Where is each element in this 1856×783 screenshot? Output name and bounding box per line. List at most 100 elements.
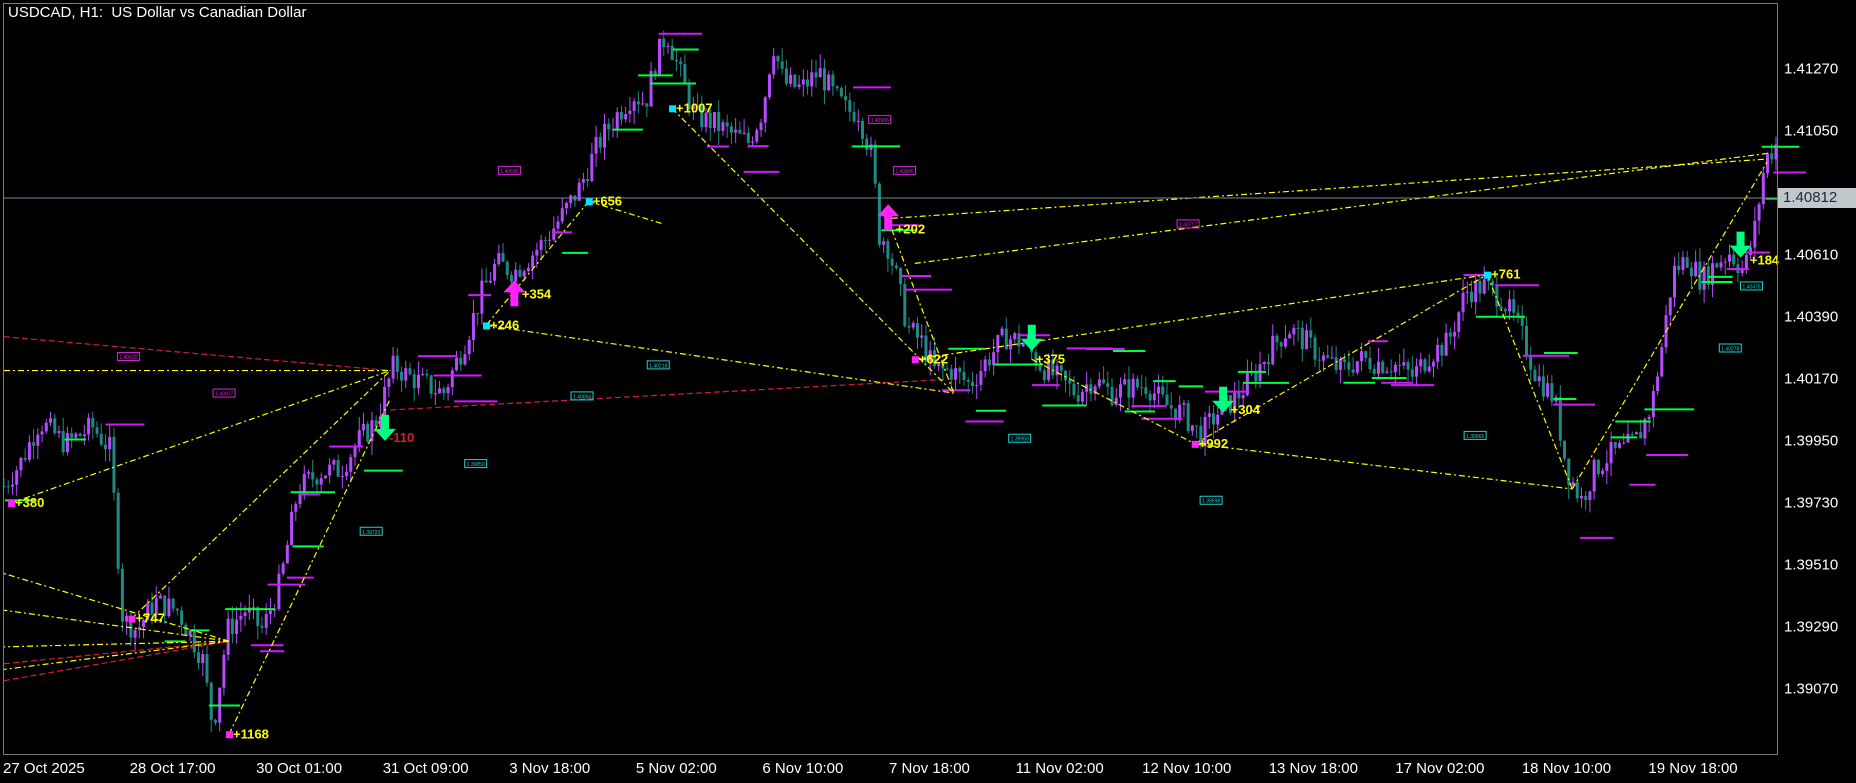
candle-body: [197, 652, 201, 664]
candle-body: [311, 472, 315, 480]
candle-body: [294, 504, 298, 512]
candle-body: [167, 598, 171, 617]
zigzag-label: +761: [1491, 267, 1520, 282]
candle-body: [1567, 458, 1571, 486]
candle-body: [1076, 395, 1080, 402]
candle-body: [15, 470, 19, 485]
candle-body: [1431, 361, 1435, 367]
candle-body: [628, 110, 632, 115]
candle-body: [112, 436, 116, 493]
candle-body: [1461, 292, 1465, 313]
candle-body: [598, 136, 602, 148]
zigzag-line: [891, 158, 1768, 219]
red-trendlines: [3, 336, 954, 682]
candle-body: [374, 420, 378, 427]
zigzag-label: +622: [919, 351, 948, 366]
level-box-text: 1.40218: [649, 363, 667, 369]
candle-body: [1300, 327, 1304, 350]
candle-body: [806, 79, 810, 87]
level-boxes: 1.40690 1.40430 1.40218 1.40064 1.40007 1.398…: [116, 115, 1764, 536]
zigzag-line: [1194, 274, 1488, 445]
candle-body: [539, 240, 543, 250]
zigzag-line: [228, 398, 391, 735]
candle-body: [945, 368, 949, 370]
candle-body: [306, 472, 310, 474]
level-box-text: 1.40430: [119, 355, 137, 361]
price-tick-label: 1.41270: [1784, 60, 1839, 78]
time-tick-label: 5 Nov 02:00: [635, 760, 717, 777]
candle-body: [1588, 491, 1592, 500]
candle-body: [1694, 261, 1698, 277]
candle-body: [636, 101, 640, 105]
candle-body: [852, 111, 856, 122]
candle-body: [1605, 463, 1609, 471]
candle-body: [23, 457, 27, 460]
candle-body: [442, 388, 446, 394]
candle-body: [1372, 369, 1376, 374]
candle-body: [1436, 344, 1440, 362]
candle-body: [1512, 299, 1516, 313]
candle-body: [1102, 379, 1106, 384]
candle-body: [987, 359, 991, 366]
candle-body: [1152, 393, 1156, 401]
candle-body: [649, 71, 653, 107]
chart-window[interactable]: 1.40690 1.40430 1.40218 1.40064 1.40007 1.398…: [0, 0, 1856, 783]
candle-body: [632, 101, 636, 111]
level-box-text: 1.40007: [215, 392, 233, 398]
candle-body: [336, 459, 340, 477]
candle-body: [1634, 432, 1638, 435]
candle-body: [641, 103, 645, 105]
current-price-tag: 1.40812: [1778, 187, 1856, 208]
candle-body: [873, 144, 877, 184]
candle-body: [1279, 342, 1283, 347]
zigzag-label: +1168: [233, 726, 269, 741]
candle-body: [751, 141, 755, 143]
candle-body: [1207, 413, 1211, 417]
level-box-text: 1.39965: [1466, 434, 1484, 440]
candle-body: [564, 202, 568, 209]
price-tick-label: 1.41050: [1784, 122, 1839, 140]
candle-body: [615, 112, 619, 129]
candle-body: [332, 459, 336, 465]
candle-body: [801, 79, 805, 85]
candle-body: [1364, 351, 1368, 358]
candle-body: [49, 418, 53, 423]
candle-body: [1651, 391, 1655, 417]
candle-body: [763, 97, 767, 123]
pivot-marker: [669, 105, 677, 113]
candle-body: [531, 255, 535, 268]
candle-body: [125, 615, 129, 622]
candle-body: [1656, 376, 1660, 392]
candle-body: [514, 269, 518, 282]
candle-body: [1727, 254, 1731, 262]
candle-body: [158, 595, 162, 599]
candle-body: [32, 442, 36, 446]
candle-body: [353, 446, 357, 458]
price-chart-canvas[interactable]: 1.40690 1.40430 1.40218 1.40064 1.40007 1.398…: [0, 0, 1856, 783]
time-tick-label: 30 Oct 01:00: [256, 760, 343, 777]
candle-body: [1114, 397, 1118, 405]
candle-body: [890, 258, 894, 266]
candle-body: [1059, 365, 1063, 371]
time-tick-label: 12 Nov 10:00: [1142, 760, 1232, 777]
candle-body: [1038, 365, 1042, 371]
candle-body: [738, 129, 742, 134]
sell-arrow-icon: [1729, 231, 1752, 258]
candle-body: [40, 431, 44, 435]
candle-body: [57, 430, 61, 434]
candle-body: [328, 464, 332, 476]
candle-body: [357, 430, 361, 447]
candle-body: [120, 568, 124, 622]
candle-body: [848, 100, 852, 112]
candle-body: [290, 511, 294, 545]
candle-body: [1596, 459, 1600, 475]
candle-body: [882, 241, 886, 245]
candle-body: [1393, 364, 1397, 373]
zigzag-line: [485, 324, 954, 394]
candle-body: [302, 473, 306, 495]
candle-body: [1267, 362, 1271, 365]
candle-body: [1385, 371, 1389, 373]
candle-body: [522, 271, 526, 277]
candle-body: [1546, 383, 1550, 397]
candle-body: [814, 72, 818, 78]
